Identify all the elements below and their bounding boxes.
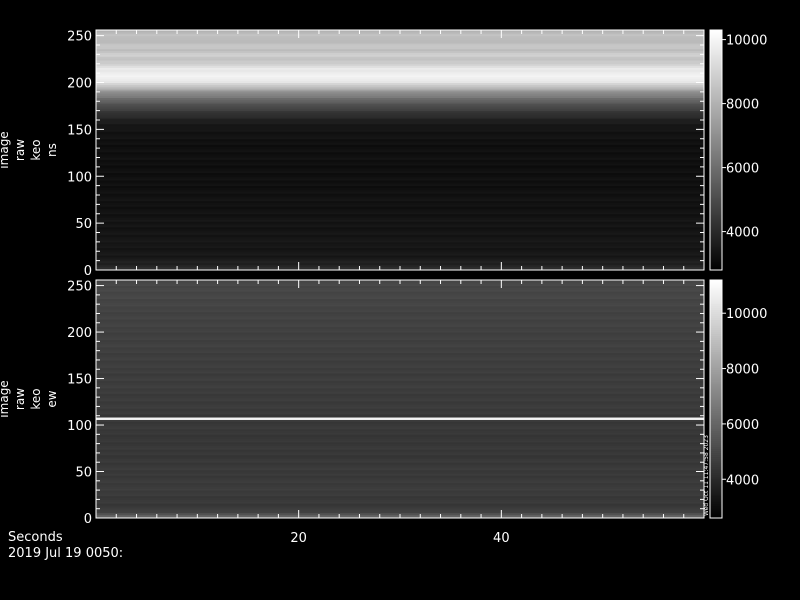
colorbar-tick-label: 8000: [726, 98, 759, 113]
colorbar-tick-label: 8000: [726, 363, 759, 378]
y-tick-label: 100: [67, 170, 92, 185]
y-tick-label: 250: [67, 30, 92, 45]
y-axis-label: image: [0, 131, 11, 168]
keogram-chart: 050100150200250image raw keo ns400060008000…: [0, 29, 767, 546]
y-tick-label: 50: [75, 466, 92, 481]
y-axis-label: keo: [29, 139, 43, 160]
y-tick-label: 150: [67, 123, 92, 138]
y-tick-label: 250: [67, 280, 92, 295]
colorbar-note: Wed Oct 11 11:47:58 2023: [703, 435, 710, 516]
y-tick-label: 100: [67, 419, 92, 434]
date-line: 2019 Jul 19 0050:: [8, 546, 124, 561]
y-tick-label: 0: [84, 264, 92, 279]
y-tick-label: 50: [75, 217, 92, 232]
x-tick-label: 20: [290, 531, 307, 546]
colorbar-tick-label: 6000: [726, 162, 759, 177]
x-axis-title: Seconds: [8, 530, 63, 545]
y-axis-label: ew: [45, 390, 59, 407]
bright-line: [96, 417, 704, 420]
y-tick-label: 200: [67, 77, 92, 92]
x-tick-label: 40: [493, 531, 510, 546]
y-axis-label: image: [0, 380, 11, 417]
colorbar-tick-label: 4000: [726, 473, 759, 488]
y-axis-label: raw: [13, 388, 27, 410]
colorbar-tick-label: 10000: [726, 34, 767, 49]
y-tick-label: 150: [67, 373, 92, 388]
colorbar-tick-label: 10000: [726, 307, 767, 322]
colorbar-tick-label: 6000: [726, 418, 759, 433]
colorbar-tick-label: 4000: [726, 226, 759, 241]
y-axis-label: raw: [13, 139, 27, 161]
y-axis-label: ns: [45, 143, 59, 157]
y-tick-label: 0: [84, 512, 92, 527]
y-axis-label: keo: [29, 388, 43, 409]
y-tick-label: 200: [67, 326, 92, 341]
